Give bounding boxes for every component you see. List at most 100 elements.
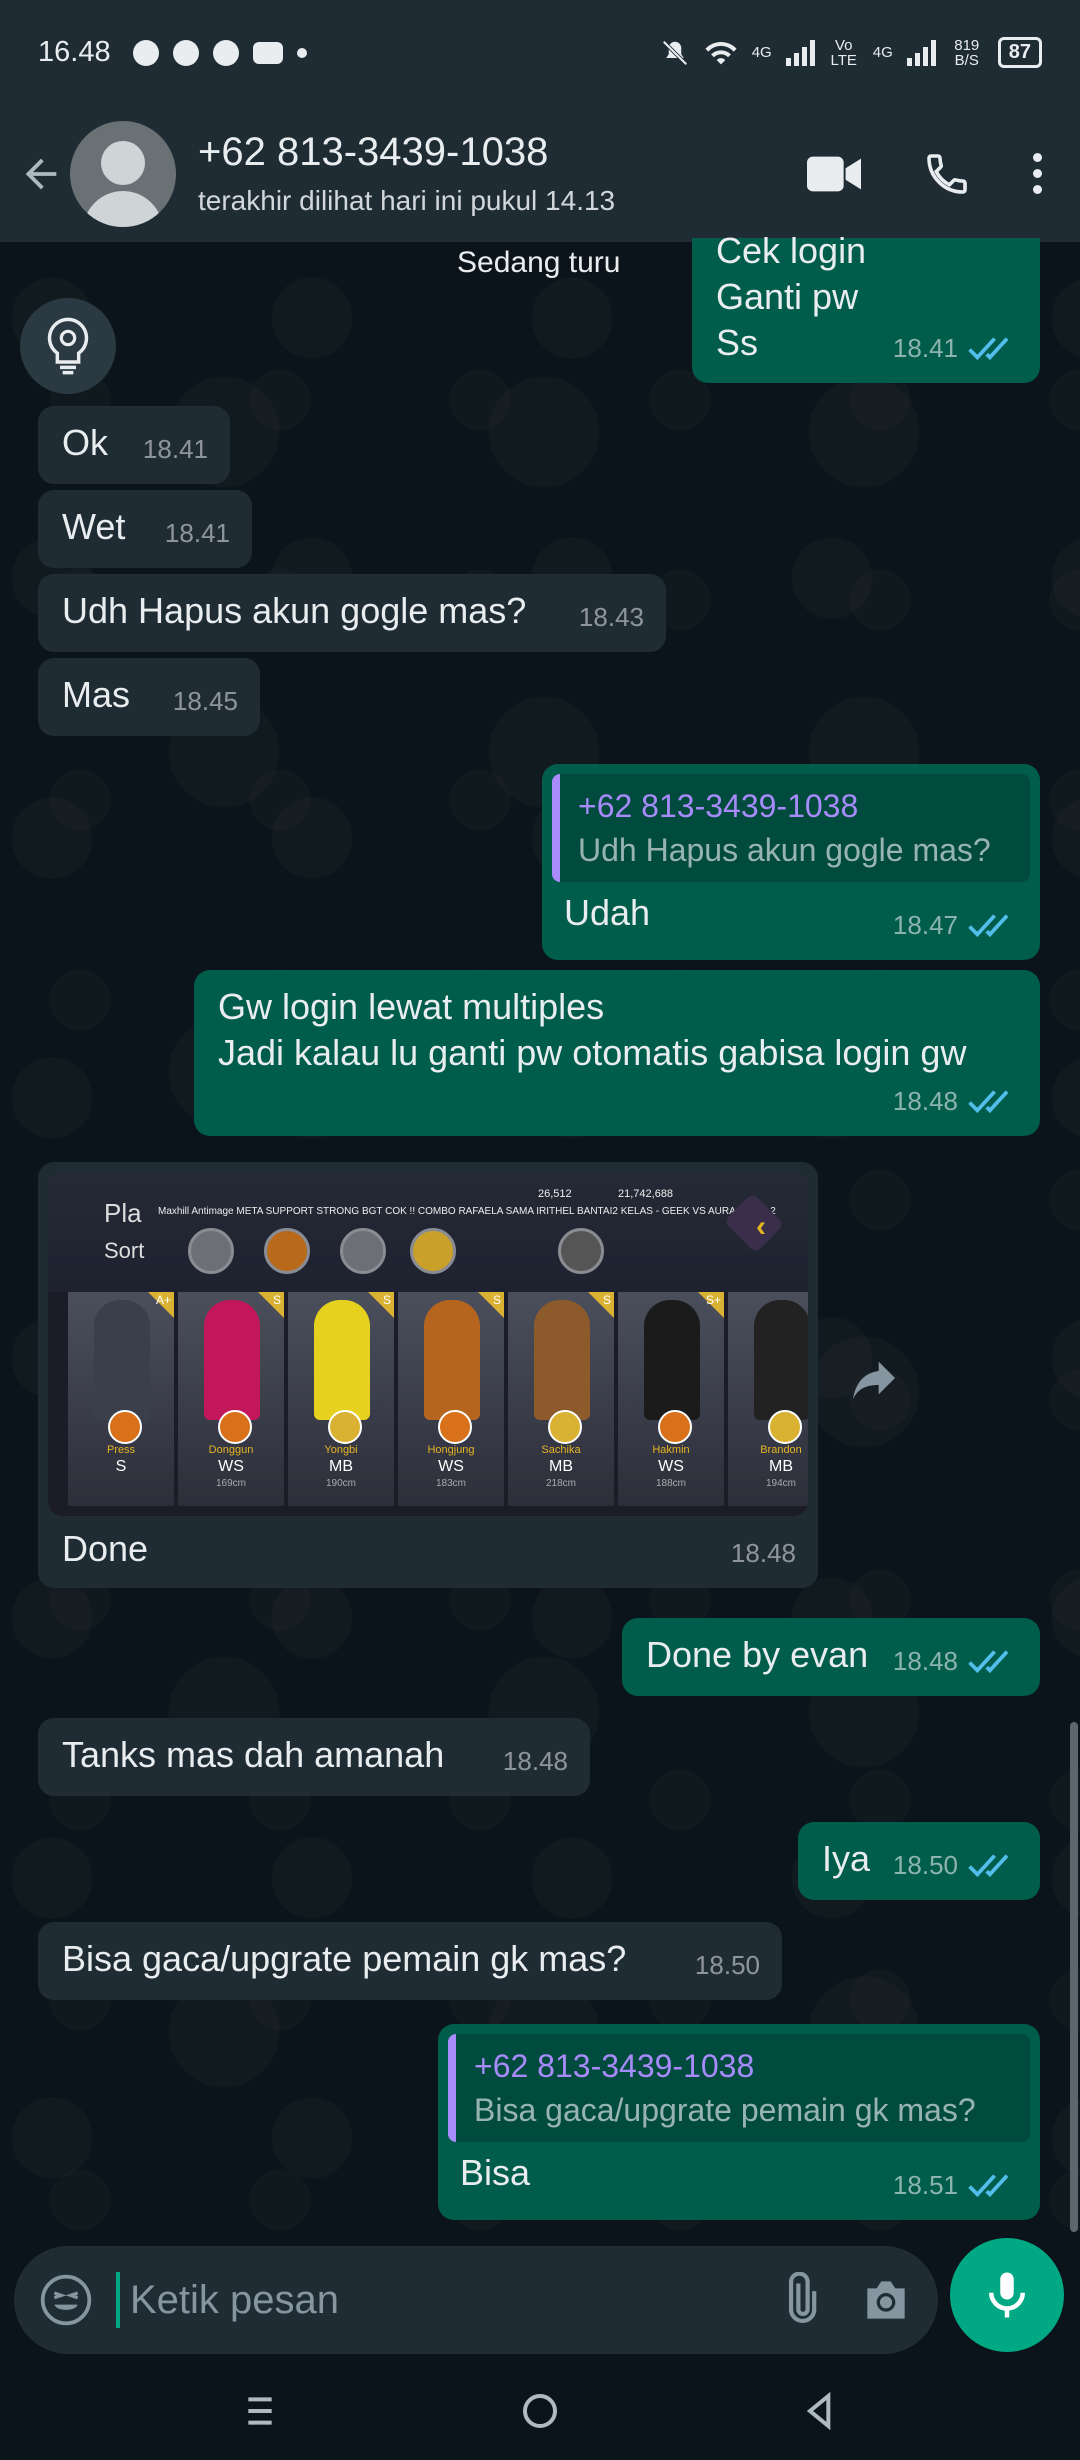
- sender-avatar: [20, 298, 116, 394]
- outgoing-message[interactable]: Iya 18.50: [798, 1822, 1040, 1900]
- attach-icon[interactable]: [772, 2272, 828, 2328]
- message-time: 18.48: [892, 1646, 958, 1676]
- read-ticks-icon: [968, 914, 1009, 938]
- network-speed: 819 B/S: [954, 36, 980, 69]
- outgoing-reply-message[interactable]: +62 813-3439-1038 Udh Hapus akun gogle m…: [542, 764, 1040, 960]
- game-stat-1: 26,512: [538, 1188, 572, 1200]
- player-height: 194cm: [765, 1478, 796, 1489]
- message-input[interactable]: [116, 2272, 752, 2328]
- contact-info[interactable]: +62 813-3439-1038 terakhir dilihat hari …: [198, 130, 615, 217]
- player-name: Sachika: [541, 1444, 581, 1456]
- player-cards: A+ Press S S Donggun WS 169cm S Yongbi M…: [68, 1292, 808, 1506]
- game-filter-button: [188, 1228, 234, 1274]
- back-arrow-icon[interactable]: [18, 151, 64, 197]
- quoted-message[interactable]: +62 813-3439-1038 Bisa gaca/upgrate pema…: [448, 2034, 1030, 2142]
- more-options-icon[interactable]: [1033, 153, 1042, 194]
- read-ticks-icon: [968, 2174, 1009, 2198]
- position-badge-icon: [658, 1410, 692, 1444]
- player-name: Hongjung: [427, 1444, 475, 1456]
- home-icon[interactable]: [520, 2391, 560, 2431]
- message-time: 18.41: [892, 333, 958, 363]
- incoming-message[interactable]: Bisa gaca/upgrate pemain gk mas? 18.50: [38, 1922, 782, 2000]
- quoted-sender: +62 813-3439-1038: [474, 2048, 755, 2084]
- incoming-message[interactable]: Tanks mas dah amanah 18.48: [38, 1718, 590, 1796]
- game-screenshot-image[interactable]: Pla Maxhill Antimage META SUPPORT STRONG…: [48, 1172, 808, 1516]
- message-time: 18.51: [892, 2170, 958, 2200]
- message-time: 18.43: [578, 602, 644, 632]
- volte-label: Vo LTE: [830, 36, 857, 69]
- rank-label: S: [602, 1293, 611, 1307]
- outgoing-message[interactable]: Done by evan 18.48: [622, 1618, 1040, 1696]
- game-star-button: [410, 1228, 456, 1274]
- player-figure: [644, 1300, 700, 1420]
- player-figure: [94, 1300, 150, 1420]
- player-card: S Sachika MB 218cm: [508, 1292, 614, 1506]
- system-nav-bar: [0, 2362, 1080, 2460]
- player-card: S Donggun WS 169cm: [178, 1292, 284, 1506]
- last-seen-status: terakhir dilihat hari ini pukul 14.13: [198, 185, 616, 216]
- outgoing-reply-message[interactable]: +62 813-3439-1038 Bisa gaca/upgrate pema…: [438, 2024, 1040, 2220]
- read-ticks-icon: [968, 1090, 1009, 1114]
- message-text: Bisa: [460, 2152, 531, 2193]
- contact-avatar[interactable]: [70, 120, 176, 227]
- scrollbar-thumb[interactable]: [1070, 1722, 1078, 2232]
- network-4g-label-2: 4G: [872, 44, 893, 61]
- message-text: Mas: [62, 674, 131, 715]
- video-call-icon[interactable]: [807, 154, 861, 194]
- player-position: MB: [549, 1458, 573, 1475]
- player-name: Brandon: [760, 1444, 802, 1456]
- camera-icon[interactable]: [858, 2272, 914, 2328]
- message-time: 18.41: [142, 434, 208, 464]
- messenger-icon: [172, 39, 199, 66]
- game-back-arrow-icon: ‹: [756, 1210, 766, 1243]
- recent-apps-icon[interactable]: [240, 2391, 280, 2431]
- voice-call-icon[interactable]: [923, 150, 971, 198]
- player-position: WS: [438, 1458, 464, 1475]
- game-trash-button: [558, 1228, 604, 1274]
- quoted-message[interactable]: +62 813-3439-1038 Udh Hapus akun gogle m…: [552, 774, 1030, 882]
- message-text: Iya: [822, 1838, 871, 1879]
- game-stat-2: 21,742,688: [618, 1188, 674, 1200]
- message-time: 18.41: [164, 518, 230, 548]
- rank-label: S+: [705, 1293, 721, 1307]
- message-composer: [14, 2246, 938, 2354]
- position-badge-icon: [438, 1410, 472, 1444]
- chat-icon: [212, 39, 239, 66]
- battery-level: 87: [1008, 41, 1031, 63]
- message-time: 18.48: [730, 1538, 796, 1568]
- message-text: Udah: [564, 892, 651, 933]
- message-time: 18.48: [502, 1746, 568, 1776]
- battery-icon: 87: [997, 37, 1042, 68]
- incoming-message-fragment: Sedang turu: [457, 246, 621, 279]
- outgoing-message[interactable]: Gw login lewat multiples Jadi kalau lu g…: [194, 970, 1040, 1136]
- position-badge-icon: [108, 1410, 142, 1444]
- notification-icon: [132, 39, 159, 66]
- message-text-line: Jadi kalau lu ganti pw otomatis gabisa l…: [218, 1032, 967, 1073]
- wifi-icon: [705, 41, 737, 64]
- back-nav-icon[interactable]: [800, 2391, 840, 2431]
- forward-icon[interactable]: [846, 1350, 902, 1406]
- player-position: S: [115, 1458, 127, 1475]
- player-height: 218cm: [545, 1478, 576, 1489]
- message-time: 18.47: [892, 910, 958, 940]
- incoming-message[interactable]: Udh Hapus akun gogle mas? 18.43: [38, 574, 666, 652]
- player-figure: [314, 1300, 370, 1420]
- game-marquee-text: Maxhill Antimage META SUPPORT STRONG BGT…: [158, 1206, 776, 1217]
- signal-bars-icon: [785, 39, 815, 66]
- message-text: Ok: [62, 422, 109, 463]
- player-name: Hakmin: [652, 1444, 690, 1456]
- player-position: WS: [658, 1458, 684, 1475]
- player-card: S+ Hakmin WS 188cm: [618, 1292, 724, 1506]
- emoji-icon[interactable]: [38, 2272, 94, 2328]
- player-card: S Brandon MB 194cm: [728, 1292, 808, 1506]
- outgoing-message[interactable]: Cek login Ganti pw Ss 18.41: [692, 230, 1040, 383]
- incoming-message[interactable]: Mas 18.45: [38, 658, 260, 736]
- player-figure: [754, 1300, 808, 1420]
- incoming-message[interactable]: Wet 18.41: [38, 490, 252, 568]
- status-bar: 16.48 4G Vo LTE 4G 819 B/S 87: [0, 0, 1080, 105]
- incoming-message[interactable]: Ok 18.41: [38, 406, 230, 484]
- rank-label: A+: [155, 1293, 171, 1307]
- player-height: 188cm: [655, 1478, 686, 1489]
- voice-message-button[interactable]: [950, 2238, 1064, 2352]
- message-time: 18.48: [892, 1086, 958, 1116]
